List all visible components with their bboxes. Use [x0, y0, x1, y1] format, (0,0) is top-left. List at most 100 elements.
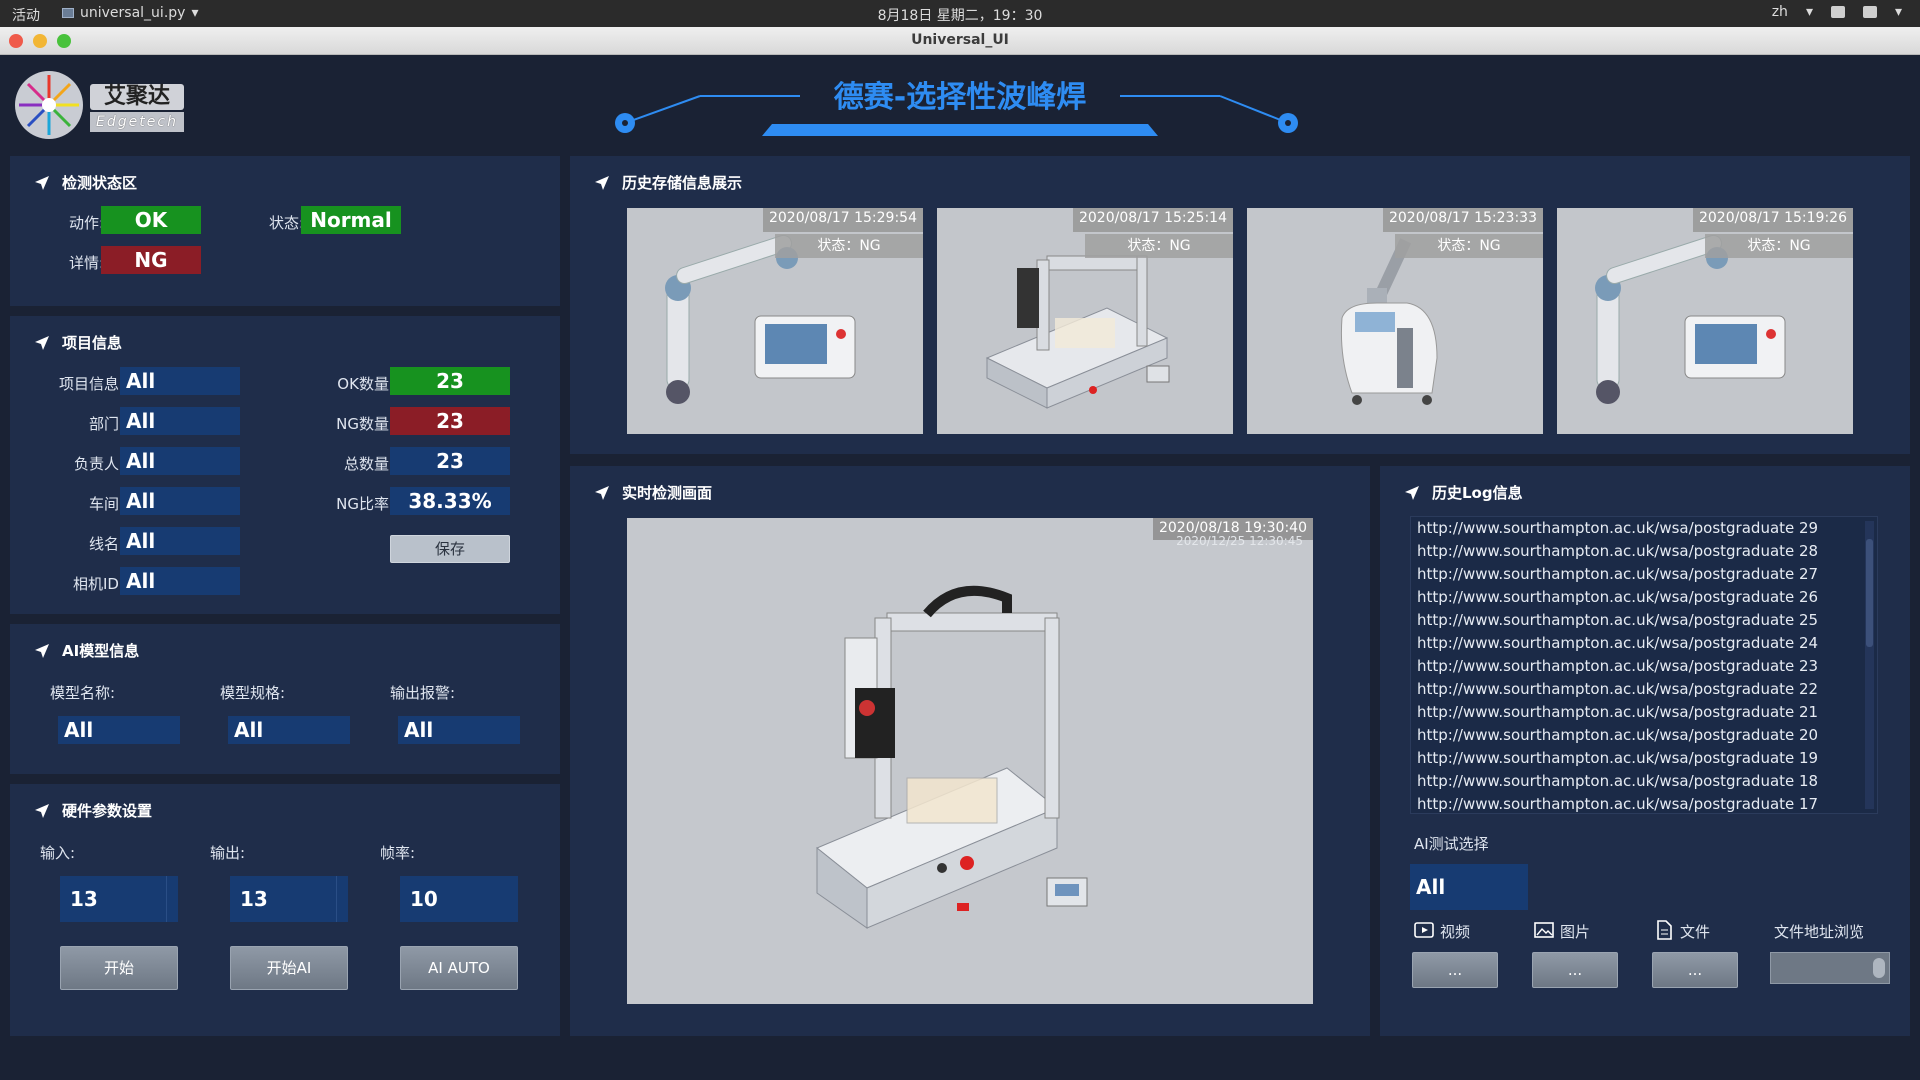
- thumbnail-timestamp: 2020/08/17 15:23:33: [1382, 208, 1543, 232]
- panel-title: AI模型信息: [34, 640, 139, 661]
- log-entry[interactable]: http://www.sourthampton.ac.uk/wsa/postgr…: [1411, 747, 1877, 770]
- thumbnail-timestamp: 2020/08/17 15:29:54: [762, 208, 923, 232]
- panel-title: 项目信息: [34, 332, 122, 353]
- owner-label: 负责人:: [73, 455, 124, 473]
- log-entry[interactable]: http://www.sourthampton.ac.uk/wsa/postgr…: [1411, 701, 1877, 724]
- history-thumbnail[interactable]: 2020/08/17 15:19:26 状态：NG: [1557, 208, 1853, 434]
- log-entry[interactable]: http://www.sourthampton.ac.uk/wsa/postgr…: [1411, 678, 1877, 701]
- model-name-value[interactable]: All: [58, 716, 180, 744]
- output-alarm-value[interactable]: All: [398, 716, 520, 744]
- panel-title: 硬件参数设置: [34, 800, 152, 821]
- model-name-label: 模型名称:: [50, 684, 116, 702]
- dispenser-machine-image: [816, 585, 1088, 929]
- navigation-arrow-icon: [35, 175, 49, 190]
- stepper-arrows-icon[interactable]: [1873, 958, 1885, 978]
- history-thumbnail[interactable]: 2020/08/17 15:29:54 状态：NG: [627, 208, 923, 434]
- hardware-settings-panel: 硬件参数设置 输入: 13 输出: 13 帧率: 10 开始 开始AI AI A…: [10, 784, 560, 1036]
- scrollbar-thumb[interactable]: [1866, 539, 1873, 647]
- app-header: 艾聚达 Edgetech 德赛-选择性波峰焊: [0, 56, 1920, 154]
- battery-icon[interactable]: [1862, 6, 1877, 18]
- input-label: 输入:: [40, 844, 76, 862]
- ai-test-label: AI测试选择: [1414, 835, 1489, 853]
- video-icon: [1414, 922, 1434, 938]
- ai-test-select[interactable]: All: [1410, 864, 1528, 910]
- clock[interactable]: 8月18日 星期二，19：30: [0, 5, 1920, 25]
- action-label: 动作:: [68, 214, 104, 232]
- ai-auto-button[interactable]: AI AUTO: [400, 946, 518, 990]
- path-browse-stepper[interactable]: [1770, 952, 1890, 984]
- project-field-label: 项目信息:: [58, 375, 124, 393]
- file-browse-button[interactable]: ...: [1652, 952, 1738, 988]
- thumbnail-status: 状态：NG: [775, 234, 923, 258]
- log-entry[interactable]: http://www.sourthampton.ac.uk/wsa/postgr…: [1411, 609, 1877, 632]
- department-label: 部门:: [88, 415, 124, 433]
- chevron-down-icon: ▾: [1894, 4, 1902, 20]
- start-ai-button[interactable]: 开始AI: [230, 946, 348, 990]
- panel-title: 历史Log信息: [1404, 482, 1523, 503]
- chevron-down-icon: ▾: [1805, 4, 1813, 20]
- history-thumbnail[interactable]: 2020/08/17 15:25:14 状态：NG: [937, 208, 1233, 434]
- ng-ratio-label: NG比率:: [336, 495, 394, 513]
- thumbnail-status: 状态：NG: [1085, 234, 1233, 258]
- start-button[interactable]: 开始: [60, 946, 178, 990]
- output-stepper[interactable]: 13: [230, 876, 348, 922]
- log-entry[interactable]: http://www.sourthampton.ac.uk/wsa/postgr…: [1411, 563, 1877, 586]
- ng-count-value: 23: [390, 407, 510, 435]
- stepper-arrows-icon[interactable]: [336, 876, 348, 922]
- camera-id-value[interactable]: All: [120, 567, 240, 595]
- save-button[interactable]: 保存: [390, 535, 510, 563]
- panel-title: 实时检测画面: [594, 482, 712, 503]
- stepper-arrows-icon[interactable]: [166, 876, 178, 922]
- ng-ratio-value: 38.33%: [390, 487, 510, 515]
- total-count-label: 总数量:: [343, 455, 394, 473]
- owner-value[interactable]: All: [120, 447, 240, 475]
- navigation-arrow-icon: [35, 643, 49, 658]
- fps-input[interactable]: 10: [400, 876, 518, 922]
- log-entry[interactable]: http://www.sourthampton.ac.uk/wsa/postgr…: [1411, 655, 1877, 678]
- ok-count-label: OK数量:: [337, 375, 394, 393]
- video-label: 视频: [1440, 923, 1471, 941]
- navigation-arrow-icon: [595, 175, 609, 190]
- project-field-value[interactable]: All: [120, 367, 240, 395]
- file-label: 文件: [1680, 923, 1711, 941]
- input-language[interactable]: zh: [1772, 4, 1788, 20]
- system-tray[interactable]: zh ▾ ▾: [1772, 4, 1902, 20]
- log-entry[interactable]: http://www.sourthampton.ac.uk/wsa/postgr…: [1411, 586, 1877, 609]
- department-value[interactable]: All: [120, 407, 240, 435]
- window-title-bar: Universal_UI: [0, 27, 1920, 55]
- state-label: 状态:: [268, 214, 304, 232]
- model-spec-value[interactable]: All: [228, 716, 350, 744]
- log-entry[interactable]: http://www.sourthampton.ac.uk/wsa/postgr…: [1411, 540, 1877, 563]
- history-thumbnail[interactable]: 2020/08/17 15:23:33 状态：NG: [1247, 208, 1543, 434]
- ai-model-panel: AI模型信息 模型名称: All 模型规格: All 输出报警: All: [10, 624, 560, 774]
- thumbnail-status: 状态：NG: [1705, 234, 1853, 258]
- live-camera-view[interactable]: 2020/08/18 19:30:40 2020/12/25 12:30:45: [627, 518, 1313, 1004]
- log-entry[interactable]: http://www.sourthampton.ac.uk/wsa/postgr…: [1411, 793, 1877, 813]
- workshop-label: 车间:: [88, 495, 124, 513]
- navigation-arrow-icon: [1405, 485, 1419, 500]
- browse-path-label: 文件地址浏览: [1774, 923, 1865, 941]
- line-name-value[interactable]: All: [120, 527, 240, 555]
- navigation-arrow-icon: [595, 485, 609, 500]
- navigation-arrow-icon: [35, 803, 49, 818]
- project-info-panel: 项目信息 项目信息: All 部门: All 负责人: All 车间: All …: [10, 316, 560, 614]
- log-entry[interactable]: http://www.sourthampton.ac.uk/wsa/postgr…: [1411, 724, 1877, 747]
- navigation-arrow-icon: [35, 335, 49, 350]
- image-label: 图片: [1560, 923, 1591, 941]
- image-browse-button[interactable]: ...: [1532, 952, 1618, 988]
- video-browse-button[interactable]: ...: [1412, 952, 1498, 988]
- log-entry[interactable]: http://www.sourthampton.ac.uk/wsa/postgr…: [1411, 632, 1877, 655]
- input-stepper[interactable]: 13: [60, 876, 178, 922]
- output-label: 输出:: [210, 844, 246, 862]
- total-count-value: 23: [390, 447, 510, 475]
- panel-title: 历史存储信息展示: [594, 172, 742, 193]
- line-name-label: 线名:: [88, 535, 124, 553]
- log-list[interactable]: http://www.sourthampton.ac.uk/wsa/postgr…: [1410, 516, 1878, 814]
- log-entry[interactable]: http://www.sourthampton.ac.uk/wsa/postgr…: [1411, 770, 1877, 793]
- log-scrollbar[interactable]: [1865, 521, 1874, 809]
- live-timestamp-ghost: 2020/12/25 12:30:45: [1176, 534, 1303, 548]
- ng-count-label: NG数量:: [336, 415, 394, 433]
- workshop-value[interactable]: All: [120, 487, 240, 515]
- volume-icon[interactable]: [1830, 6, 1845, 18]
- log-entry[interactable]: http://www.sourthampton.ac.uk/wsa/postgr…: [1411, 517, 1877, 540]
